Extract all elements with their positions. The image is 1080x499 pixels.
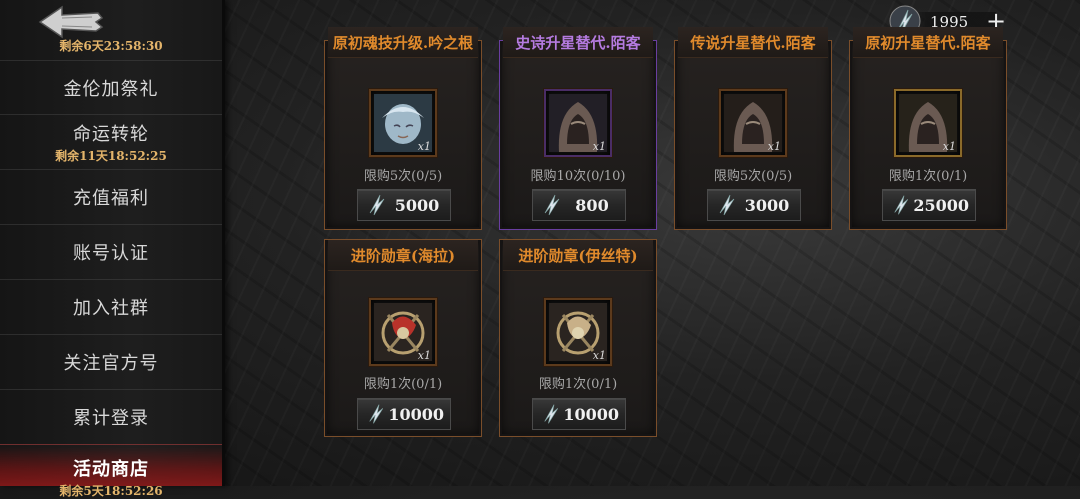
buy-button[interactable]: 10000 (532, 398, 626, 430)
card-title: 进阶勋章(伊丝特) (518, 246, 638, 265)
item-quantity: x1 (592, 349, 606, 362)
sidebar-item-login-rewards[interactable]: 累计登录 (0, 389, 222, 444)
sidebar-item-timer: 剩余5天18:52:26 (59, 484, 163, 498)
item-price: 10000 (563, 404, 619, 424)
sidebar-item-account-verify[interactable]: 账号认证 (0, 224, 222, 279)
sidebar-item-follow-official[interactable]: 关注官方号 (0, 334, 222, 389)
event-timer: 剩余6天23:58:30 (59, 39, 163, 53)
item-price: 3000 (744, 195, 790, 215)
sidebar-item-label: 金伦加祭礼 (63, 79, 159, 100)
shop-card[interactable]: 原初升星替代.陌客 x1 限购1次(0/1) 25000 (849, 27, 1007, 230)
purchase-limit: 限购10次(0/10) (530, 169, 626, 184)
crystal-currency-icon (544, 404, 559, 424)
purchase-limit: 限购5次(0/5) (363, 169, 443, 184)
purchase-limit: 限购1次(0/1) (363, 377, 443, 392)
card-title: 进阶勋章(海拉) (350, 246, 456, 265)
item-quantity: x1 (942, 140, 956, 153)
item-quantity: x1 (592, 140, 606, 153)
shop-card[interactable]: 史诗升星替代.陌客 x1 限购10次(0/10) 800 (499, 27, 657, 230)
sidebar-item-label: 命运转轮 (73, 124, 149, 145)
card-title-plate: 史诗升星替代.陌客 (503, 27, 653, 58)
crystal-currency-icon (894, 195, 909, 215)
item-price: 10000 (388, 404, 444, 424)
purchase-limit: 限购1次(0/1) (538, 377, 618, 392)
crystal-currency-icon (719, 194, 735, 216)
item-price: 800 (575, 195, 609, 215)
buy-button[interactable]: 25000 (882, 189, 976, 221)
card-title-plate: 进阶勋章(海拉) (328, 240, 478, 271)
card-title-plate: 原初升星替代.陌客 (853, 27, 1003, 58)
sidebar-item-timer: 剩余11天18:52:25 (55, 149, 167, 163)
item-frame: x1 (544, 89, 612, 157)
buy-button[interactable]: 800 (532, 189, 626, 221)
card-title: 原初魂技升级.吟之根 (332, 33, 474, 52)
item-price: 25000 (913, 195, 969, 215)
crystal-currency-icon (544, 194, 560, 216)
back-arrow-icon (38, 5, 104, 39)
card-title: 史诗升星替代.陌客 (515, 33, 641, 52)
sidebar-item-golden-festival[interactable]: 金伦加祭礼 (0, 60, 222, 115)
sidebar-item-join-community[interactable]: 加入社群 (0, 279, 222, 334)
buy-button[interactable]: 5000 (357, 189, 451, 221)
purchase-limit: 限购5次(0/5) (713, 169, 793, 184)
sidebar-item-fate-wheel[interactable]: 命运转轮 剩余11天18:52:25 (0, 114, 222, 169)
sidebar-item-event-shop[interactable]: 活动商店 剩余5天18:52:26 (0, 444, 222, 498)
item-frame: x1 (894, 89, 962, 157)
item-quantity: x1 (417, 349, 431, 362)
card-title-plate: 进阶勋章(伊丝特) (503, 240, 653, 271)
buy-button[interactable]: 10000 (357, 398, 451, 430)
item-quantity: x1 (417, 140, 431, 153)
buy-button[interactable]: 3000 (707, 189, 801, 221)
back-button[interactable]: 剩余6天23:58:30 (0, 0, 222, 58)
item-quantity: x1 (767, 140, 781, 153)
sidebar-item-label: 关注官方号 (63, 353, 159, 374)
item-frame: x1 (544, 298, 612, 366)
purchase-limit: 限购1次(0/1) (888, 169, 968, 184)
sidebar-item-label: 加入社群 (73, 298, 149, 319)
sidebar-item-recharge-bonus[interactable]: 充值福利 (0, 169, 222, 224)
sidebar-item-label: 活动商店 (73, 459, 149, 480)
item-frame: x1 (719, 89, 787, 157)
sidebar-item-label: 充值福利 (73, 188, 149, 209)
crystal-currency-icon (369, 404, 384, 424)
item-frame: x1 (369, 298, 437, 366)
shop-card[interactable]: 进阶勋章(伊丝特) x1 限购1次(0/1) 10000 (499, 239, 657, 437)
card-title-plate: 原初魂技升级.吟之根 (328, 27, 478, 58)
crystal-currency-icon (369, 194, 385, 216)
shop-card[interactable]: 原初魂技升级.吟之根 x1 限购5次(0/5) 5000 (324, 27, 482, 230)
shop-card[interactable]: 传说升星替代.陌客 x1 限购5次(0/5) 3000 (674, 27, 832, 230)
item-frame: x1 (369, 89, 437, 157)
card-title: 原初升星替代.陌客 (865, 33, 991, 52)
sidebar-item-label: 累计登录 (73, 408, 149, 429)
card-title: 传说升星替代.陌客 (690, 33, 816, 52)
card-title-plate: 传说升星替代.陌客 (678, 27, 828, 58)
sidebar: 剩余6天23:58:30 金伦加祭礼 命运转轮 剩余11天18:52:25 充值… (0, 0, 225, 498)
shop-card[interactable]: 进阶勋章(海拉) x1 限购1次(0/1) 10000 (324, 239, 482, 437)
item-price: 5000 (394, 195, 440, 215)
sidebar-item-label: 账号认证 (73, 243, 149, 264)
